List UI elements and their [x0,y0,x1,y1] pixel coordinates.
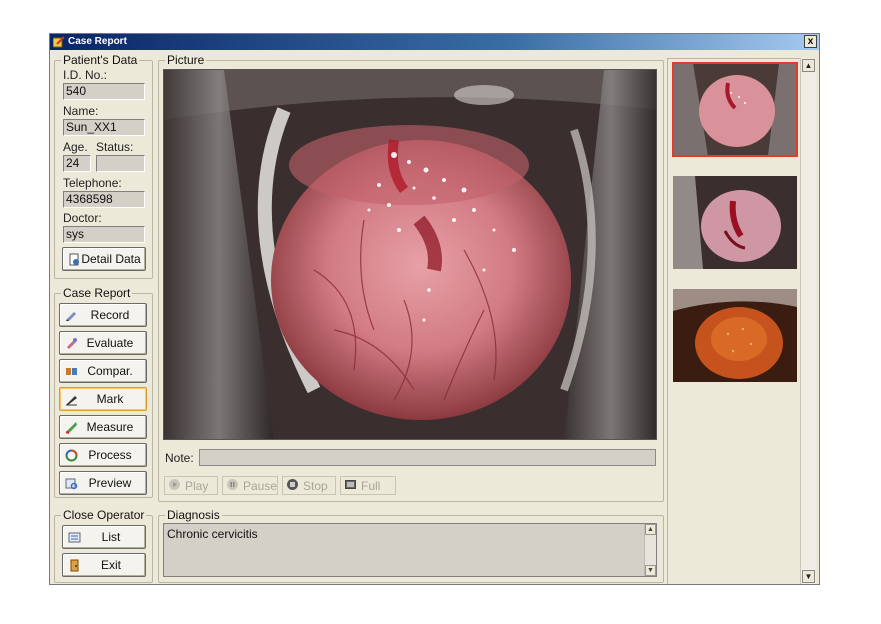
title-bar: Case Report x [50,34,819,50]
close-button[interactable]: x [804,35,817,48]
list-icon [67,530,81,544]
case-report-legend: Case Report [63,286,131,300]
list-label: List [101,530,121,544]
pen-icon [64,392,78,406]
list-button[interactable]: List [62,525,146,549]
thumbnail-3[interactable] [673,289,797,382]
thumbnail-image [673,63,797,156]
status-label: Status: [96,140,134,154]
scroll-down-arrow-icon[interactable]: ▼ [645,565,656,576]
document-icon [67,252,81,266]
evaluate-icon [64,336,78,350]
preview-icon [64,476,78,490]
measure-button[interactable]: Measure [59,415,147,439]
diagnosis-legend: Diagnosis [167,508,220,522]
diagnosis-text: Chronic cervicitis [167,527,258,541]
thumbnail-2[interactable] [673,176,797,269]
stop-button[interactable]: Stop [282,476,336,495]
telephone-field[interactable]: 4368598 [63,191,145,208]
compar-button[interactable]: Compar. [59,359,147,383]
scroll-up-arrow-icon[interactable]: ▲ [645,524,656,535]
button-label: Measure [86,420,134,434]
pause-button[interactable]: Pause [222,476,278,495]
compare-icon [64,364,78,378]
full-label: Full [361,478,381,493]
fullscreen-icon [344,478,357,494]
age-field[interactable]: 24 [63,155,91,172]
mark-button[interactable]: Mark [59,387,147,411]
note-label: Note: [165,451,194,465]
button-label: Mark [96,392,124,406]
exit-button[interactable]: Exit [62,553,146,577]
record-button[interactable]: Record [59,303,147,327]
button-label: Process [88,448,132,462]
diagnosis-textarea[interactable]: Chronic cervicitis ▲ ▼ [163,523,657,577]
thumbnail-scrollbar[interactable]: ▲ ▼ [800,58,816,584]
note-field[interactable] [199,449,656,466]
play-label: Play [185,478,209,493]
evaluate-button[interactable]: Evaluate [59,331,147,355]
patient-data-legend: Patient's Data [63,53,138,67]
full-button[interactable]: Full [340,476,396,495]
diagnosis-scrollbar[interactable]: ▲ ▼ [644,524,656,576]
pause-label: Pause [243,478,278,493]
status-field[interactable] [96,155,145,172]
telephone-label: Telephone: [63,176,122,190]
window-title: Case Report [68,36,127,47]
picture-legend: Picture [167,53,205,67]
process-icon [64,448,78,462]
close-operator-legend: Close Operator [63,508,145,522]
thumbnail-1[interactable] [672,62,798,157]
thumbnail-image [673,289,797,382]
preview-button[interactable]: Preview [59,471,147,495]
pause-icon [226,478,239,494]
exit-door-icon [67,558,81,572]
id-label: I.D. No.: [63,68,108,82]
colposcopy-image [164,70,656,439]
detail-data-label: Detail Data [81,252,141,266]
exit-label: Exit [100,558,121,572]
name-label: Name: [63,104,99,118]
button-label: Record [90,308,130,322]
app-icon [53,36,65,48]
button-label: Compar. [87,364,133,378]
thumbnail-image [673,176,797,269]
stop-icon [286,478,299,494]
doctor-label: Doctor: [63,211,102,225]
main-picture[interactable] [163,69,657,440]
record-icon [64,308,78,322]
doctor-field[interactable]: sys [63,226,145,243]
play-icon [168,478,181,494]
scroll-up-arrow-icon[interactable]: ▲ [802,59,815,72]
button-label: Evaluate [86,336,134,350]
scroll-down-arrow-icon[interactable]: ▼ [802,570,815,583]
detail-data-button[interactable]: Detail Data [62,247,146,271]
button-label: Preview [88,476,132,490]
stop-label: Stop [303,478,328,493]
id-field[interactable]: 540 [63,83,145,100]
play-button[interactable]: Play [164,476,218,495]
process-button[interactable]: Process [59,443,147,467]
ruler-icon [64,420,78,434]
age-label: Age. [63,140,88,154]
name-field[interactable]: Sun_XX1 [63,119,145,136]
